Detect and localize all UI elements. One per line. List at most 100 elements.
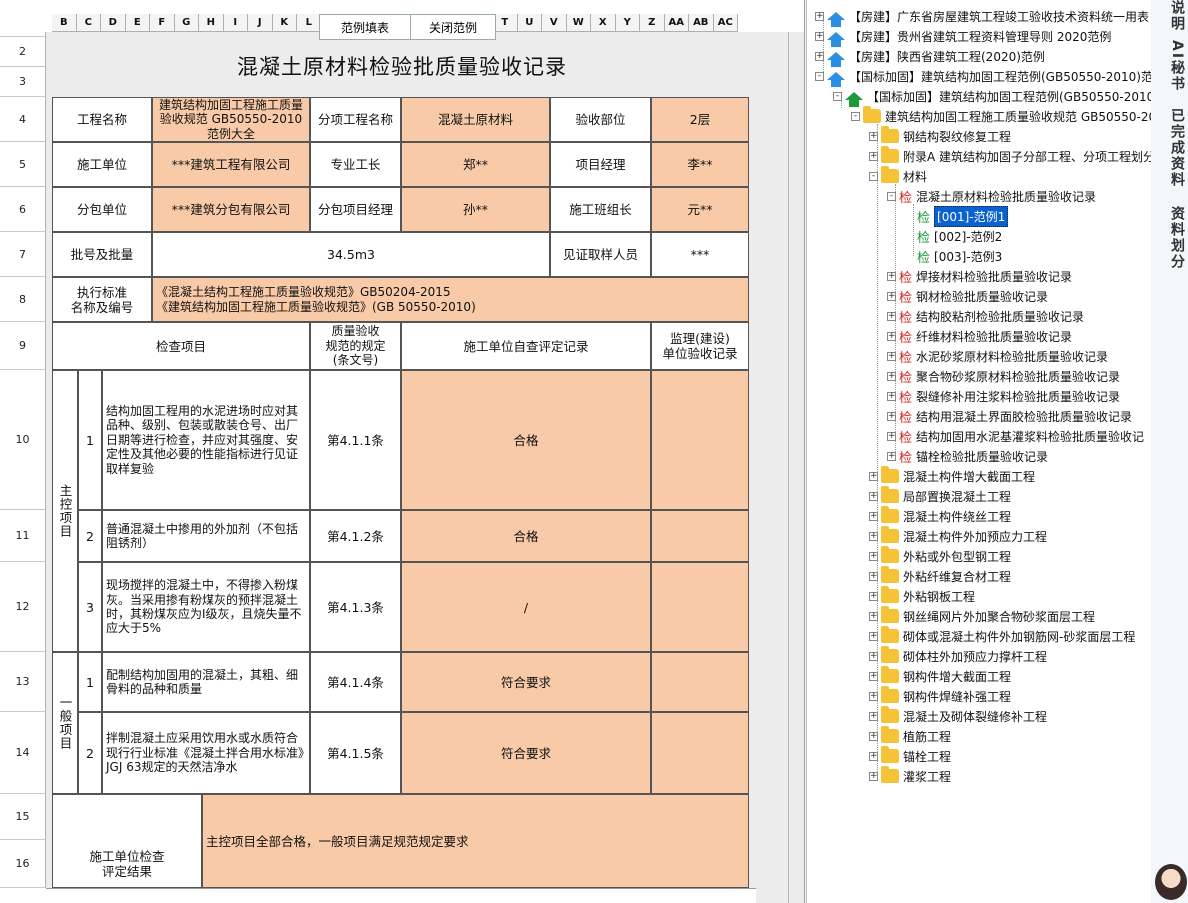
item-supervision[interactable] — [651, 370, 749, 510]
tree-node[interactable]: + 钢结构裂纹修复工程 — [869, 126, 1011, 146]
collapse-icon[interactable]: - — [887, 191, 896, 201]
expand-icon[interactable]: + — [887, 331, 896, 341]
expand-icon[interactable]: + — [869, 771, 878, 781]
column-header-cell[interactable]: E — [125, 14, 150, 32]
team-leader-value[interactable]: 元** — [651, 187, 749, 232]
tree-node[interactable]: + 【房建】贵州省建筑工程资料管理导则 2020范例 — [815, 26, 1111, 47]
tree-node[interactable]: + 检钢材检验批质量验收记录 — [887, 286, 1048, 306]
expand-icon[interactable]: + — [887, 371, 896, 381]
tree-node[interactable]: + 钢构件增大截面工程 — [869, 666, 1011, 686]
column-header-cell[interactable]: H — [199, 14, 224, 32]
tree-node[interactable]: + 检纤维材料检验批质量验收记录 — [887, 326, 1072, 346]
column-header-cell[interactable]: AB — [689, 14, 714, 32]
tree-node[interactable]: + 【房建】陕西省建筑工程(2020)范例 — [815, 46, 1045, 67]
result-value[interactable]: 主控项目全部合格，一般项目满足规范规定要求 — [202, 794, 749, 888]
tree-node[interactable]: - 【国标加固】建筑结构加固工程范例(GB50550-2010)范 — [833, 86, 1151, 107]
expand-icon[interactable]: + — [869, 571, 878, 581]
column-header-cell[interactable]: AA — [664, 14, 689, 32]
tree-node[interactable]: + 混凝土及砌体裂缝修补工程 — [869, 706, 1047, 726]
expand-icon[interactable]: + — [887, 411, 896, 421]
subcontract-unit-value[interactable]: ***建筑分包有限公司 — [152, 187, 310, 232]
expand-icon[interactable]: + — [869, 511, 878, 521]
expand-icon[interactable]: + — [869, 631, 878, 641]
side-panel-division[interactable]: 资料划分 — [1167, 206, 1187, 270]
expand-icon[interactable]: + — [887, 431, 896, 441]
row-header[interactable]: 14 — [0, 712, 46, 794]
tree-node[interactable]: + 检聚合物砂浆原材料检验批质量验收记录 — [887, 366, 1120, 386]
item-supervision[interactable] — [651, 562, 749, 652]
tree-node[interactable]: + 外粘纤维复合材工程 — [869, 566, 1011, 586]
expand-icon[interactable]: + — [869, 651, 878, 661]
column-header-cell[interactable]: C — [76, 14, 101, 32]
row-header[interactable]: 9 — [0, 322, 46, 370]
column-header-cell[interactable]: V — [542, 14, 567, 32]
column-header-cell[interactable]: I — [223, 14, 248, 32]
standard-value[interactable]: 《混凝土结构工程施工质量验收规范》GB50204-2015 《建筑结构加固工程施… — [152, 277, 749, 322]
item-result[interactable]: 符合要求 — [401, 652, 651, 712]
column-header-cell[interactable]: K — [272, 14, 297, 32]
expand-icon[interactable]: + — [815, 31, 824, 41]
fill-example-button[interactable]: 范例填表 — [319, 14, 411, 40]
tree-node[interactable]: - 【国标加固】建筑结构加固工程范例(GB50550-2010)范例 — [815, 66, 1151, 87]
expand-icon[interactable]: + — [869, 531, 878, 541]
item-result[interactable]: / — [401, 562, 651, 652]
expand-icon[interactable]: + — [869, 711, 878, 721]
tree-node[interactable]: + 混凝土构件外加预应力工程 — [869, 526, 1047, 546]
expand-icon[interactable]: + — [887, 391, 896, 401]
tree-node[interactable]: + 外粘或外包型钢工程 — [869, 546, 1011, 566]
row-header[interactable]: 13 — [0, 652, 46, 712]
tree-node[interactable]: + 局部置换混凝土工程 — [869, 486, 1011, 506]
row-header[interactable]: 10 — [0, 370, 46, 510]
tree-node[interactable]: + 钢构件焊缝补强工程 — [869, 686, 1011, 706]
spreadsheet[interactable]: BCDEFGHIJKLMNOPQRSTUVWXYZAAABAC 范例填表 关闭范… — [0, 0, 805, 903]
item-result[interactable]: 符合要求 — [401, 712, 651, 794]
batch-value[interactable]: 34.5m3 — [152, 232, 550, 277]
side-panel-completed[interactable]: 已完成资料 — [1167, 108, 1187, 188]
row-header[interactable]: 2 — [0, 37, 46, 67]
expand-icon[interactable]: + — [887, 311, 896, 321]
tree-node[interactable]: 检 [002]-范例2 — [905, 226, 1002, 246]
project-name-value[interactable]: 建筑结构加固工程施工质量验收规范 GB50550-2010范例大全 — [152, 97, 310, 142]
tree-node[interactable]: + 检裂缝修补用注浆料检验批质量验收记录 — [887, 386, 1120, 406]
expand-icon[interactable]: + — [869, 131, 878, 141]
column-header-cell[interactable]: G — [174, 14, 199, 32]
column-header-cell[interactable]: U — [517, 14, 542, 32]
expand-icon[interactable]: + — [869, 471, 878, 481]
tree-node[interactable]: 检 [003]-范例3 — [905, 246, 1002, 266]
tree-node[interactable]: + 外粘钢板工程 — [869, 586, 975, 606]
expand-icon[interactable]: + — [887, 271, 896, 281]
collapse-icon[interactable]: - — [833, 91, 842, 101]
tree-node[interactable]: - 检混凝土原材料检验批质量验收记录 — [887, 186, 1096, 206]
column-header-cell[interactable]: J — [248, 14, 273, 32]
side-panel-ai-assistant[interactable]: AI秘书 — [1167, 40, 1187, 92]
column-header-cell[interactable]: Z — [640, 14, 665, 32]
acceptance-part-value[interactable]: 2层 — [651, 97, 749, 142]
row-header[interactable]: 16 — [0, 840, 46, 888]
column-header-cell[interactable]: X — [591, 14, 616, 32]
expand-icon[interactable]: + — [869, 671, 878, 681]
tree-node[interactable]: + 钢丝绳网片外加聚合物砂浆面层工程 — [869, 606, 1095, 626]
column-header-cell[interactable]: B — [52, 14, 77, 32]
column-header-cell[interactable]: Y — [615, 14, 640, 32]
expand-icon[interactable]: + — [887, 451, 896, 461]
template-tree-panel[interactable]: + 【房建】广东省房屋建筑工程竣工验收技术资料统一用表 + 【房建】贵州省建筑工程资料… — [806, 0, 1152, 903]
column-header-cell[interactable]: D — [101, 14, 126, 32]
expand-icon[interactable]: + — [815, 51, 824, 61]
column-header-cell[interactable]: T — [493, 14, 518, 32]
row-header[interactable]: 15 — [0, 794, 46, 840]
tree-node[interactable]: + 【房建】广东省房屋建筑工程竣工验收技术资料统一用表 — [815, 6, 1149, 27]
row-header[interactable]: 6 — [0, 187, 46, 232]
expand-icon[interactable]: + — [869, 691, 878, 701]
expand-icon[interactable]: + — [869, 151, 878, 161]
tree-node[interactable]: + 混凝土构件绕丝工程 — [869, 506, 1011, 526]
construction-unit-value[interactable]: ***建筑工程有限公司 — [152, 142, 310, 187]
row-header[interactable]: 4 — [0, 97, 46, 142]
tree-node[interactable]: + 检水泥砂浆原材料检验批质量验收记录 — [887, 346, 1108, 366]
row-header[interactable]: 8 — [0, 277, 46, 322]
sub-project-value[interactable]: 混凝土原材料 — [401, 97, 550, 142]
close-example-button[interactable]: 关闭范例 — [410, 14, 496, 40]
sub-pm-value[interactable]: 孙** — [401, 187, 550, 232]
assistant-avatar[interactable] — [1155, 864, 1187, 900]
tree-node[interactable]: + 检结构加固用水泥基灌浆料检验批质量验收记 — [887, 426, 1144, 446]
expand-icon[interactable]: + — [869, 591, 878, 601]
